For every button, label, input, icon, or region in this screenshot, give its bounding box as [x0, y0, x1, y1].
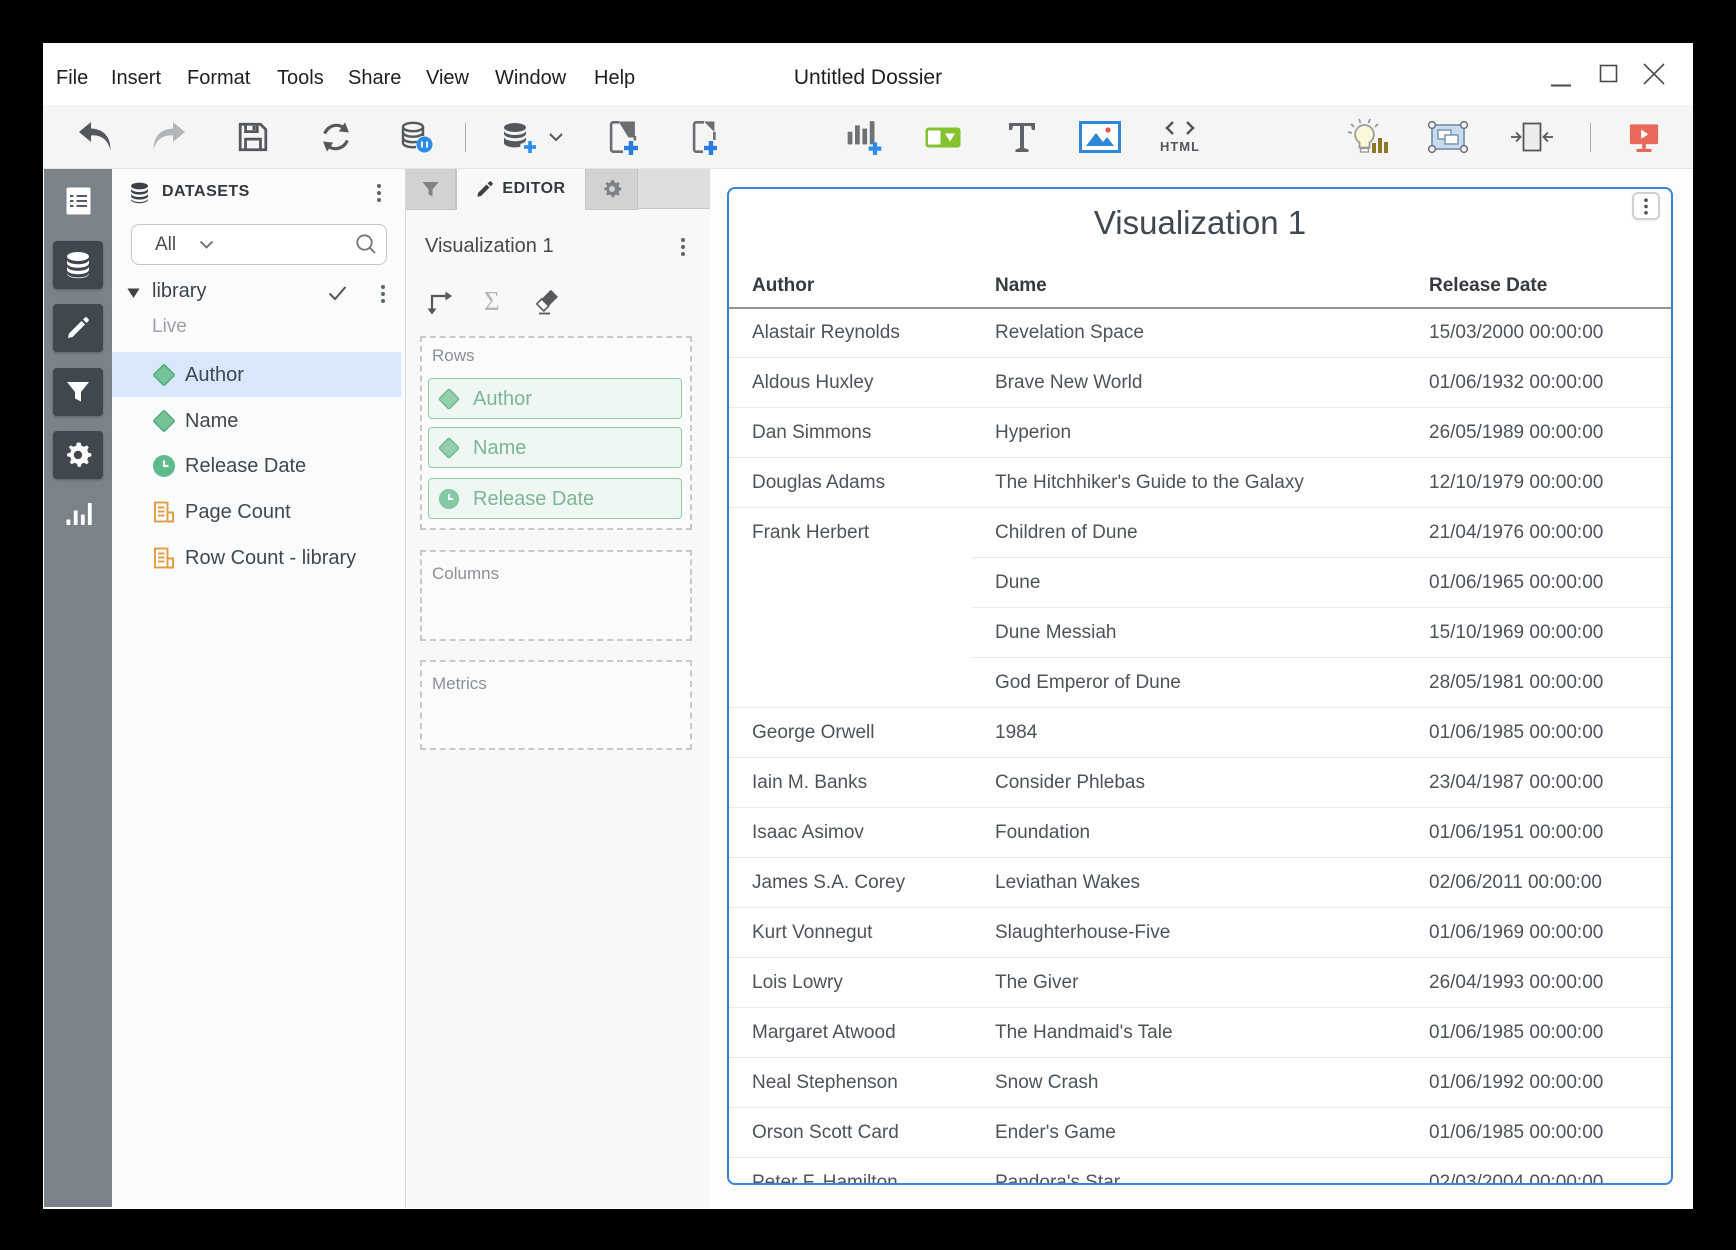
svg-text:HTML: HTML: [1160, 139, 1200, 154]
